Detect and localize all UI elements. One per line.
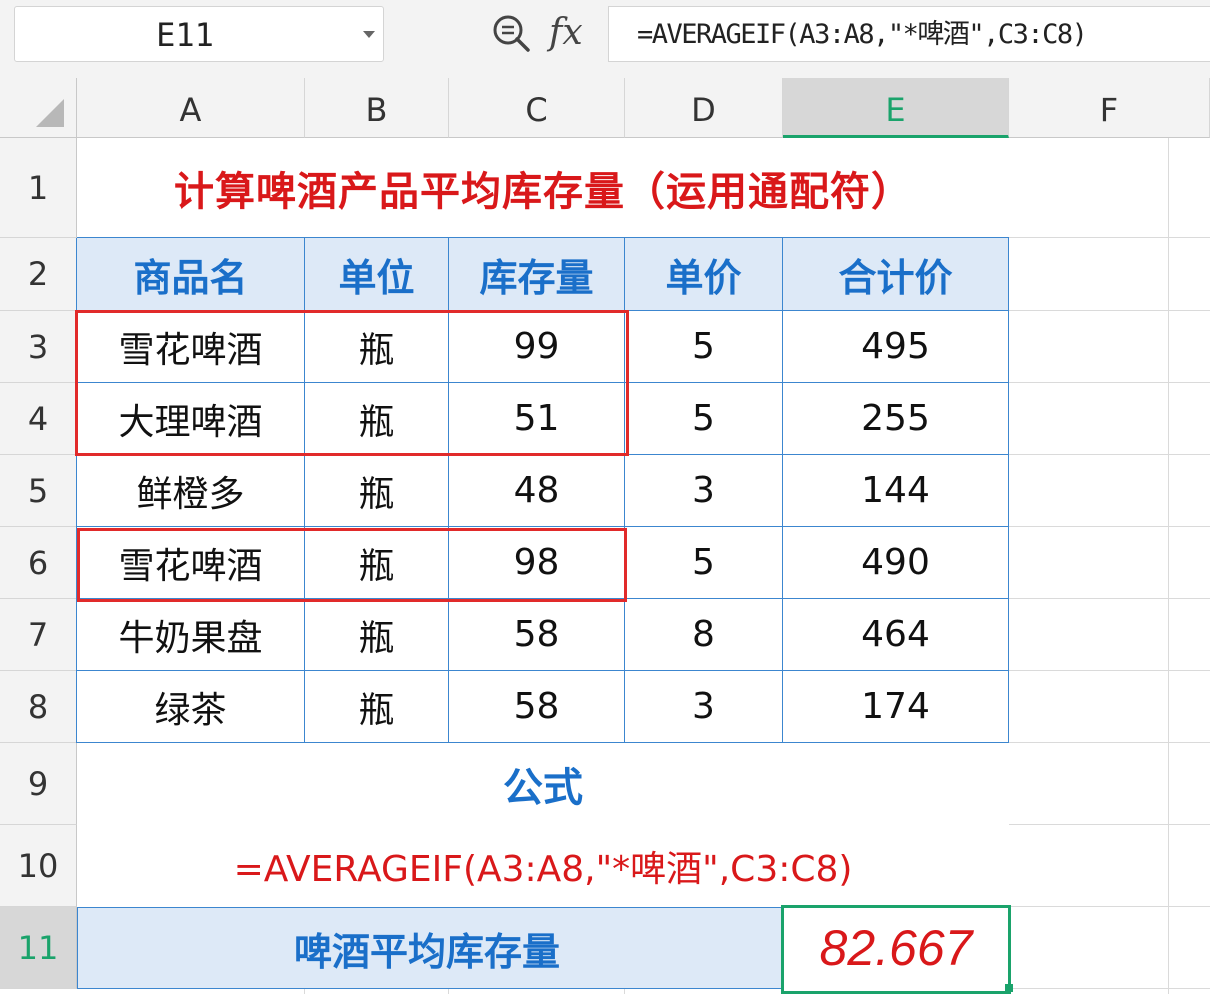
table-cell[interactable]: 495 [783, 311, 1009, 383]
table-header-cell[interactable]: 商品名 [77, 238, 305, 311]
table-cell[interactable]: 瓶 [305, 455, 449, 527]
table-cell[interactable]: 瓶 [305, 383, 449, 455]
row-header-1[interactable]: 1 [0, 138, 77, 238]
select-all-icon[interactable] [36, 99, 64, 127]
table-cell[interactable]: 174 [783, 671, 1009, 743]
select-all-corner[interactable] [0, 78, 77, 138]
table-cell[interactable]: 3 [625, 455, 783, 527]
table-cell[interactable]: 51 [449, 383, 625, 455]
table-border-left [76, 238, 77, 743]
row-header-9[interactable]: 9 [0, 743, 77, 825]
table-cell[interactable]: 大理啤酒 [77, 383, 305, 455]
table-cell[interactable]: 绿茶 [77, 671, 305, 743]
row-header-3[interactable]: 3 [0, 311, 77, 383]
formula-bar: E11 fx =AVERAGEIF(A3:A8,"*啤酒",C3:C8) [0, 0, 1210, 78]
zoom-formula-icon[interactable] [490, 12, 532, 54]
column-header-f[interactable]: F [1009, 78, 1210, 138]
table-cell[interactable]: 58 [449, 671, 625, 743]
table-cell[interactable]: 48 [449, 455, 625, 527]
column-header-b[interactable]: B [305, 78, 449, 138]
row-header-5[interactable]: 5 [0, 455, 77, 527]
column-header-a[interactable]: A [77, 78, 305, 138]
row-header-2[interactable]: 2 [0, 238, 77, 311]
table-cell[interactable]: 464 [783, 599, 1009, 671]
table-header-cell[interactable]: 单价 [625, 238, 783, 311]
name-box[interactable]: E11 [14, 6, 384, 62]
row-header-10[interactable]: 10 [0, 825, 77, 907]
table-cell[interactable]: 490 [783, 527, 1009, 599]
table-cell[interactable]: 5 [625, 311, 783, 383]
fill-handle[interactable] [1005, 984, 1013, 992]
row-header-7[interactable]: 7 [0, 599, 77, 671]
row-header-11[interactable]: 11 [0, 907, 77, 989]
table-cell[interactable]: 5 [625, 383, 783, 455]
table-cell[interactable]: 99 [449, 311, 625, 383]
formula-display[interactable]: =AVERAGEIF(A3:A8,"*啤酒",C3:C8) [77, 825, 1009, 907]
table-cell[interactable]: 144 [783, 455, 1009, 527]
result-label[interactable]: 啤酒平均库存量 [77, 907, 783, 989]
chevron-down-icon[interactable] [363, 31, 375, 38]
table-cell[interactable]: 5 [625, 527, 783, 599]
gridline-vertical [1168, 138, 1169, 994]
row-header-6[interactable]: 6 [0, 527, 77, 599]
formula-input-text[interactable]: =AVERAGEIF(A3:A8,"*啤酒",C3:C8) [637, 7, 1088, 63]
insert-function-icon[interactable]: fx [549, 8, 597, 58]
row-header-4[interactable]: 4 [0, 383, 77, 455]
table-header-cell[interactable]: 库存量 [449, 238, 625, 311]
table-cell[interactable]: 雪花啤酒 [77, 311, 305, 383]
column-header-c[interactable]: C [449, 78, 625, 138]
table-border-top [77, 237, 1009, 238]
table-cell[interactable]: 255 [783, 383, 1009, 455]
name-box-value[interactable]: E11 [15, 7, 355, 63]
sheet-title[interactable]: 计算啤酒产品平均库存量（运用通配符） [77, 138, 1009, 238]
table-cell[interactable]: 瓶 [305, 599, 449, 671]
table-cell[interactable]: 8 [625, 599, 783, 671]
row-header-8[interactable]: 8 [0, 671, 77, 743]
table-cell[interactable]: 58 [449, 599, 625, 671]
active-cell-outline [781, 905, 1011, 994]
table-header-cell[interactable]: 单位 [305, 238, 449, 311]
column-header-d[interactable]: D [625, 78, 783, 138]
formula-input[interactable]: =AVERAGEIF(A3:A8,"*啤酒",C3:C8) [608, 6, 1210, 62]
table-cell[interactable]: 98 [449, 527, 625, 599]
formula-label[interactable]: 公式 [77, 743, 1009, 825]
table-cell[interactable]: 3 [625, 671, 783, 743]
spreadsheet-grid: ABCDEF 1 2 3 4 5 6 7 8 9 10 11 计算啤酒产品平均库存量（运用通配符）商… [0, 78, 1210, 994]
table-cell[interactable]: 鲜橙多 [77, 455, 305, 527]
table-cell[interactable]: 雪花啤酒 [77, 527, 305, 599]
table-cell[interactable]: 瓶 [305, 527, 449, 599]
table-cell[interactable]: 牛奶果盘 [77, 599, 305, 671]
table-cell[interactable]: 瓶 [305, 311, 449, 383]
table-cell[interactable]: 瓶 [305, 671, 449, 743]
column-header-e[interactable]: E [783, 78, 1009, 138]
table-header-cell[interactable]: 合计价 [783, 238, 1009, 311]
